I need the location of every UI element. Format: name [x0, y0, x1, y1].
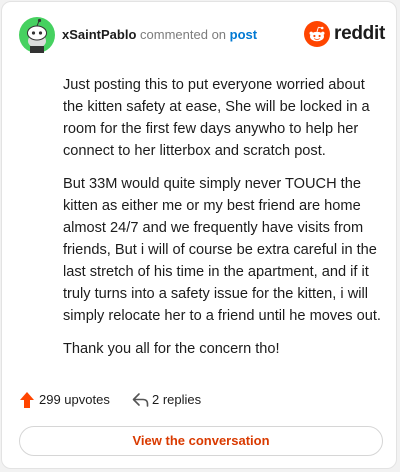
- upvotes-count[interactable]: 299 upvotes: [19, 390, 129, 410]
- replies-count[interactable]: 2 replies: [132, 390, 232, 410]
- post-link[interactable]: post: [230, 27, 257, 42]
- username-link[interactable]: xSaintPablo: [62, 27, 136, 42]
- comment-header: xSaintPablo commented on post reddit: [19, 17, 385, 53]
- replies-label: 2 replies: [152, 392, 202, 407]
- comment-body: Just posting this to put everyone worrie…: [63, 74, 381, 371]
- comment-paragraph: Just posting this to put everyone worrie…: [63, 77, 370, 159]
- comment-paragraph: But 33M would quite simply never TOUCH t…: [63, 176, 381, 324]
- comment-meta: xSaintPablo commented on post: [62, 27, 257, 43]
- commented-on-text: commented on: [140, 27, 227, 42]
- reddit-wordmark: reddit: [334, 23, 385, 44]
- reddit-logo-icon: [304, 21, 330, 47]
- reddit-logo[interactable]: reddit: [304, 21, 385, 47]
- upvote-arrow-icon: [20, 392, 34, 408]
- snoo-avatar-icon[interactable]: [19, 17, 55, 53]
- comment-paragraph: Thank you all for the concern tho!: [63, 341, 280, 357]
- comment-card: xSaintPablo commented on post reddit Jus…: [1, 1, 397, 469]
- view-conversation-button[interactable]: View the conversation: [19, 426, 383, 456]
- reply-arrow-icon: [132, 393, 149, 407]
- upvotes-label: 299 upvotes: [39, 392, 110, 407]
- comment-footer: 299 upvotes 2 replies: [19, 390, 380, 410]
